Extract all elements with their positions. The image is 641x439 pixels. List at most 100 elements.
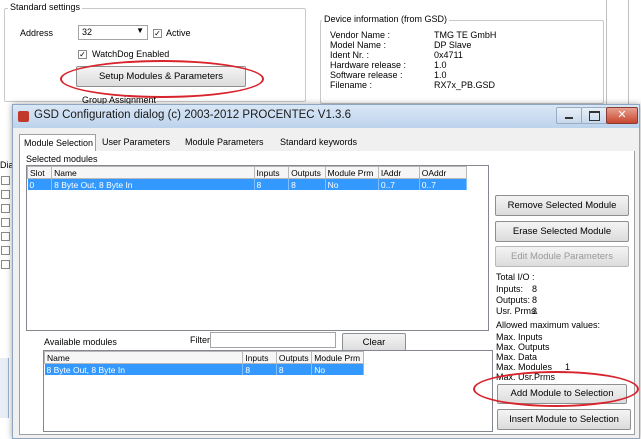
table-cell: 0..7: [419, 178, 468, 190]
selected-modules-label: Selected modules: [26, 154, 98, 164]
max-outputs-label: Max. Outputs: [496, 342, 550, 352]
column-header-module-prm[interactable]: Module Prm: [324, 166, 379, 179]
outputs-value: 8: [532, 295, 538, 305]
diag-checkbox[interactable]: [1, 176, 10, 185]
column-header-inputs[interactable]: Inputs: [242, 351, 277, 364]
table-cell: 0: [27, 178, 53, 190]
outputs-label: Outputs:: [496, 295, 531, 305]
tab-module-selection[interactable]: Module Selection: [19, 134, 96, 152]
device-info-label: Software release :: [330, 70, 403, 80]
device-info-label: Filename :: [330, 80, 373, 90]
selected-modules-table: Slot Name Inputs Outputs Module Prm IAdd…: [27, 166, 468, 190]
device-info-value: DP Slave: [434, 40, 472, 50]
inputs-label: Inputs:: [496, 284, 524, 294]
device-info-row: Hardware release : 1.0: [330, 60, 590, 70]
remove-selected-module-button[interactable]: Remove Selected Module: [495, 195, 629, 216]
annotation-oval-setup: [60, 60, 264, 98]
dialog-title: GSD Configuration dialog (c) 2003-2012 P…: [34, 109, 352, 121]
available-modules-list[interactable]: Name Inputs Outputs Module Prm 8 Byte Ou…: [43, 350, 493, 432]
device-info-value: 1.0: [434, 60, 447, 70]
table-row[interactable]: 8 Byte Out, 8 Byte In 8 8 No: [44, 363, 364, 375]
app-icon: [18, 111, 29, 122]
dialog-title-bar[interactable]: GSD Configuration dialog (c) 2003-2012 P…: [13, 105, 639, 128]
device-info-row: Filename : RX7x_PB.GSD: [330, 80, 590, 90]
watchdog-checkbox[interactable]: ✓: [78, 50, 87, 59]
address-select[interactable]: 32 ▼: [78, 25, 148, 40]
edit-module-parameters-button[interactable]: Edit Module Parameters: [495, 246, 629, 267]
table-header-row: Name Inputs Outputs Module Prm: [44, 351, 364, 364]
table-cell: 8: [242, 363, 277, 375]
device-info-title: Device information (from GSD): [322, 14, 450, 24]
maximize-button[interactable]: [581, 107, 607, 124]
device-info-label: Ident Nr. :: [330, 50, 370, 60]
table-cell: No: [311, 363, 364, 375]
tab-user-parameters[interactable]: User Parameters: [98, 134, 179, 151]
device-info-value: 0x4711: [434, 50, 463, 60]
column-header-module-prm[interactable]: Module Prm: [311, 351, 364, 364]
device-info-row: Software release : 1.0: [330, 70, 590, 80]
diag-checkbox[interactable]: [1, 246, 10, 255]
background-list-edge: [0, 358, 9, 418]
active-checkbox[interactable]: ✓: [153, 29, 162, 38]
background-frame-divider: [628, 0, 629, 108]
column-header-name[interactable]: Name: [44, 351, 244, 364]
table-cell: 8: [288, 178, 326, 190]
address-label: Address: [20, 28, 54, 38]
erase-selected-module-button[interactable]: Erase Selected Module: [495, 221, 629, 242]
background-frame-divider: [606, 0, 607, 108]
diag-checkbox[interactable]: [1, 232, 10, 241]
diag-checkbox[interactable]: [1, 190, 10, 199]
device-info-label: Hardware release :: [330, 60, 407, 70]
max-data-label: Max. Data: [496, 352, 538, 362]
chevron-down-icon: ▼: [136, 26, 144, 35]
table-header-row: Slot Name Inputs Outputs Module Prm IAdd…: [27, 166, 468, 179]
column-header-name[interactable]: Name: [51, 166, 255, 179]
table-cell: 8 Byte Out, 8 Byte In: [44, 363, 244, 375]
table-cell: 8: [254, 178, 290, 190]
device-info-row: Ident Nr. : 0x4711: [330, 50, 590, 60]
total-io-label: Total I/O :: [496, 272, 535, 282]
device-info-label: Model Name :: [330, 40, 387, 50]
usr-prms-value: 3: [532, 306, 538, 316]
device-info-value: RX7x_PB.GSD: [434, 80, 496, 90]
diag-checkbox[interactable]: [1, 204, 10, 213]
device-info-row: Vendor Name : TMG TE GmbH: [330, 30, 590, 40]
device-info-value: TMG TE GmbH: [434, 30, 497, 40]
close-button[interactable]: ✕: [606, 107, 638, 124]
device-info-value: 1.0: [434, 70, 447, 80]
tab-standard-keywords[interactable]: Standard keywords: [276, 134, 366, 151]
diag-checkbox[interactable]: [1, 260, 10, 269]
available-modules-label: Available modules: [44, 337, 117, 347]
table-cell: 8: [276, 363, 313, 375]
selected-modules-list[interactable]: Slot Name Inputs Outputs Module Prm IAdd…: [26, 165, 489, 331]
column-header-inputs[interactable]: Inputs: [253, 166, 290, 179]
table-row[interactable]: 0 8 Byte Out, 8 Byte In 8 8 No 0..7 0..7: [27, 178, 468, 190]
max-inputs-label: Max. Inputs: [496, 332, 543, 342]
table-cell: 8 Byte Out, 8 Byte In: [51, 178, 255, 190]
minimize-button[interactable]: [556, 107, 582, 124]
diag-checkbox[interactable]: [1, 218, 10, 227]
insert-module-to-selection-button[interactable]: Insert Module to Selection: [497, 409, 631, 430]
active-label: Active: [166, 28, 191, 38]
gsd-dialog: GSD Configuration dialog (c) 2003-2012 P…: [12, 104, 640, 439]
device-info-row: Model Name : DP Slave: [330, 40, 590, 50]
column-header-outputs[interactable]: Outputs: [275, 351, 313, 364]
maximize-icon: [589, 111, 600, 121]
tab-bar: Module Selection User Parameters Module …: [19, 134, 633, 152]
allowed-maximum-label: Allowed maximum values:: [496, 320, 601, 330]
inputs-value: 8: [532, 284, 538, 294]
minimize-icon: [565, 117, 573, 119]
column-header-slot[interactable]: Slot: [27, 166, 53, 179]
standard-settings-title: Standard settings: [8, 2, 83, 12]
available-modules-table: Name Inputs Outputs Module Prm 8 Byte Ou…: [44, 351, 364, 375]
column-header-iaddr[interactable]: IAddr: [377, 166, 420, 179]
address-value: 32: [82, 27, 93, 37]
table-cell: No: [325, 178, 379, 190]
column-header-oaddr[interactable]: OAddr: [418, 166, 468, 179]
table-cell: 0..7: [378, 178, 420, 190]
device-info-label: Vendor Name :: [330, 30, 391, 40]
close-icon: ✕: [617, 109, 627, 121]
tab-module-parameters[interactable]: Module Parameters: [181, 134, 275, 151]
filter-input[interactable]: [210, 332, 336, 348]
column-header-outputs[interactable]: Outputs: [288, 166, 326, 179]
